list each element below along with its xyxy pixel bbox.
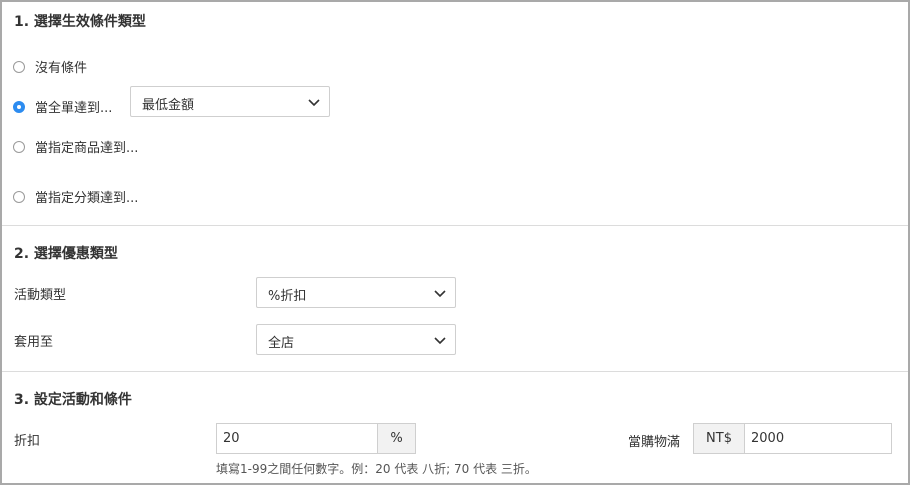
discount-value: 20 — [223, 431, 240, 446]
threshold-value: 2000 — [751, 431, 785, 446]
discount-label: 折扣 — [14, 434, 41, 449]
discount-hint: 填寫1-99之間任何數字。例：20 代表 八折; 70 代表 三折。 — [216, 462, 537, 476]
condition-type-value: 最低金額 — [142, 98, 195, 113]
radio-no-condition[interactable] — [13, 61, 25, 73]
form-panel: 1. 選擇生效條件類型 沒有條件 當全單達到... 最低金額 當指定商品達到..… — [0, 0, 910, 485]
currency-addon: NT$ — [693, 423, 745, 454]
radio-specific-category[interactable] — [13, 191, 25, 203]
apply-to-label: 套用至 — [14, 335, 54, 350]
section-divider — [2, 225, 908, 226]
discount-input[interactable]: 20 — [216, 423, 378, 454]
threshold-label: 當購物滿 — [628, 435, 681, 450]
section-divider — [2, 371, 908, 372]
apply-to-select[interactable]: 全店 — [256, 324, 456, 355]
radio-specific-category-label[interactable]: 當指定分類達到... — [35, 187, 138, 206]
condition-type-select[interactable]: 最低金額 — [130, 86, 330, 117]
activity-type-select[interactable]: %折扣 — [256, 277, 456, 308]
section-2-title: 2. 選擇優惠類型 — [14, 246, 118, 262]
chevron-down-icon — [434, 337, 446, 345]
radio-order-total-label[interactable]: 當全單達到... — [35, 97, 112, 116]
radio-specific-product[interactable] — [13, 141, 25, 153]
radio-specific-product-label[interactable]: 當指定商品達到... — [35, 137, 138, 156]
percent-unit: % — [390, 431, 403, 446]
threshold-input[interactable]: 2000 — [744, 423, 892, 454]
section-1-title: 1. 選擇生效條件類型 — [14, 14, 146, 30]
chevron-down-icon — [308, 99, 320, 107]
radio-no-condition-label[interactable]: 沒有條件 — [35, 57, 87, 76]
radio-order-total[interactable] — [13, 101, 25, 113]
chevron-down-icon — [434, 290, 446, 298]
currency-label: NT$ — [706, 431, 732, 446]
section-3-title: 3. 設定活動和條件 — [14, 392, 132, 408]
apply-to-value: 全店 — [268, 336, 295, 351]
activity-type-label: 活動類型 — [14, 288, 67, 303]
activity-type-value: %折扣 — [268, 289, 307, 304]
percent-addon: % — [377, 423, 416, 454]
